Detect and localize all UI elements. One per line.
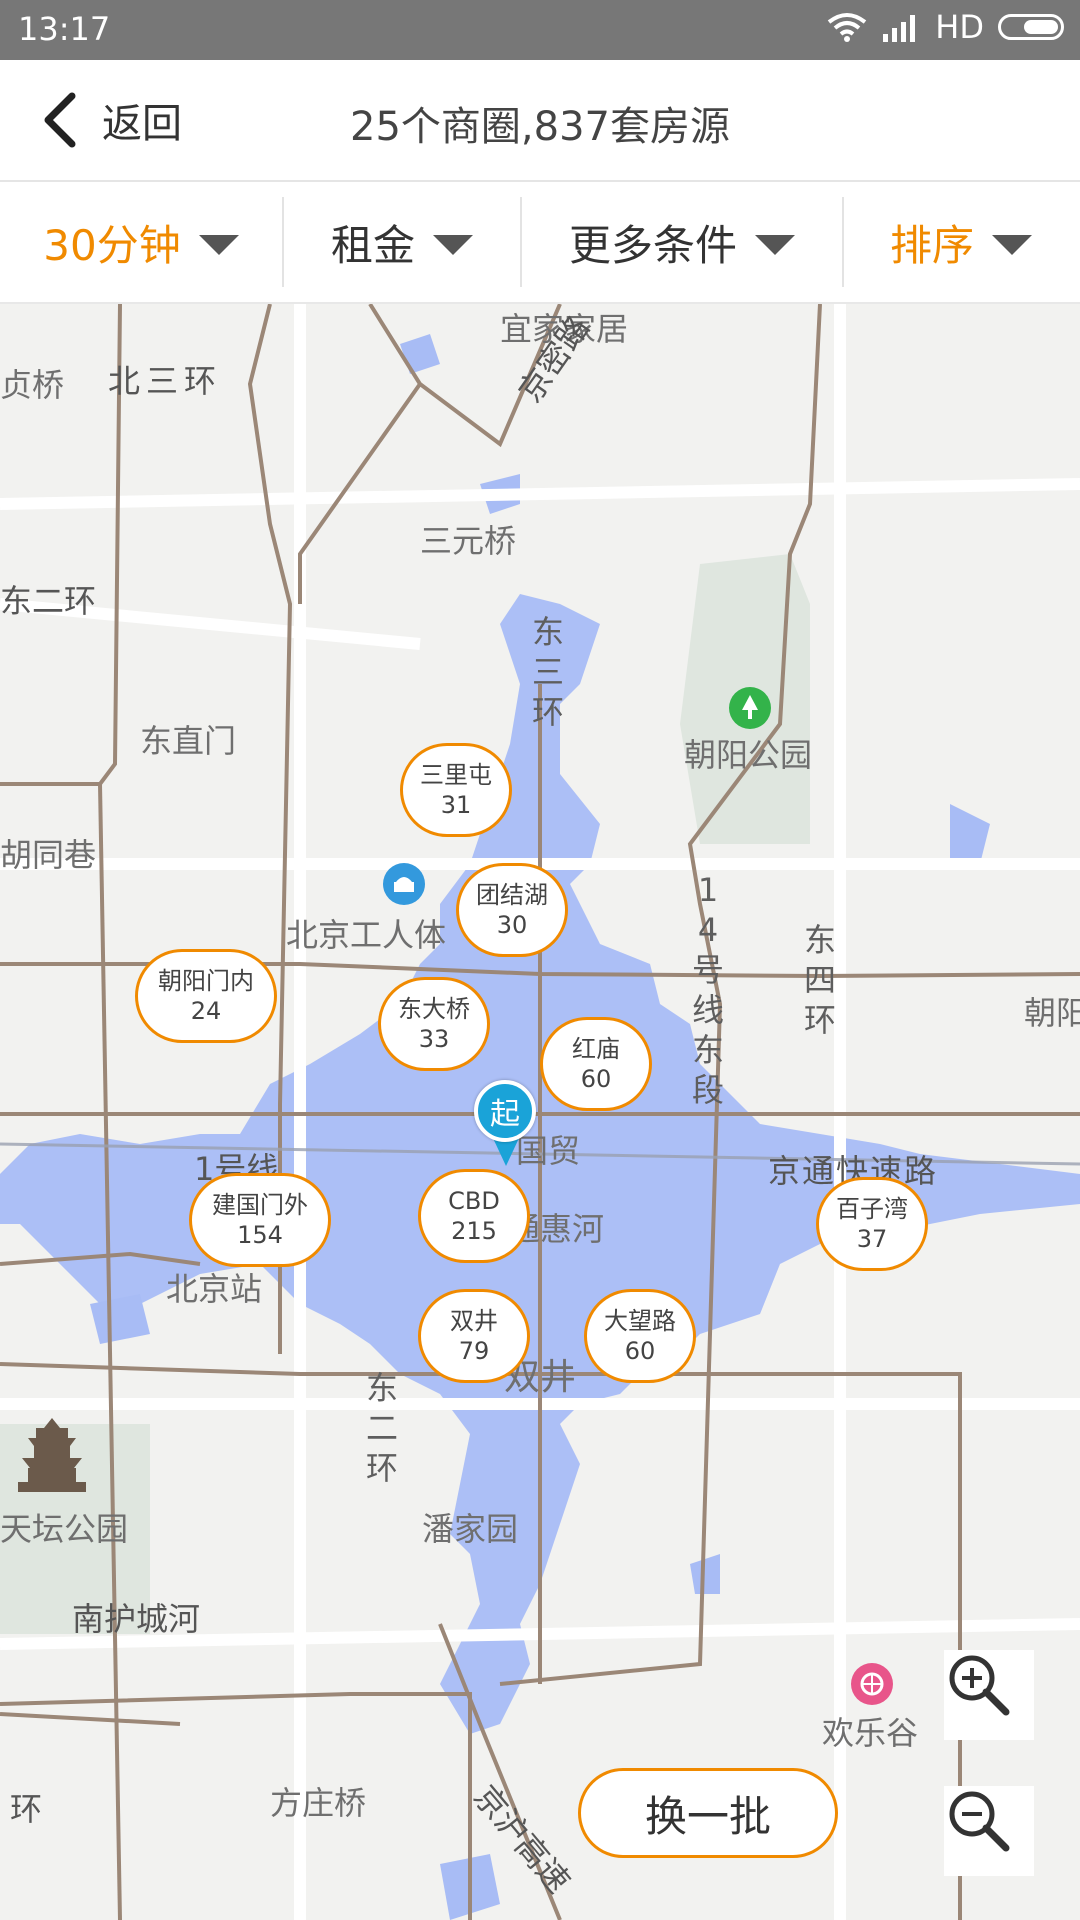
map-label: 方庄桥 [270, 1784, 367, 1822]
district-bubble[interactable]: 三里屯 31 [400, 743, 512, 837]
district-bubble[interactable]: 百子湾 37 [816, 1177, 928, 1271]
filter-sort[interactable]: 排序 [844, 182, 1078, 302]
swap-batch-button[interactable]: 换一批 [578, 1768, 838, 1858]
map-view[interactable]: 宜家家居 北三环 贞桥 京密路 三元桥 东三环 东二环 东直门 朝阳公园 胡同巷… [0, 304, 1080, 1920]
page-title: 25个商圈,837套房源 [350, 104, 730, 150]
district-count: 79 [458, 1337, 490, 1365]
district-bubble[interactable]: 建国门外 154 [189, 1173, 331, 1267]
stadium-icon [383, 863, 425, 905]
zoom-in-button[interactable] [944, 1650, 1034, 1740]
district-count: 24 [190, 997, 222, 1025]
district-bubble[interactable]: 团结湖 30 [456, 863, 568, 957]
map-label: 南护城河 [72, 1600, 201, 1638]
district-count: 37 [856, 1225, 888, 1253]
dropdown-triangle-icon [198, 235, 239, 255]
status-icons: HD [827, 8, 1064, 46]
signal-icon [883, 15, 916, 42]
filter-bar: 30分钟 租金 更多条件 排序 [0, 182, 1080, 304]
map-label: 东四环 [803, 921, 836, 1039]
district-bubble[interactable]: 红庙 60 [540, 1017, 652, 1111]
zoom-out-button[interactable] [944, 1786, 1034, 1876]
map-label: 东二环 [365, 1369, 398, 1487]
wifi-icon [828, 13, 867, 42]
map-label: 潘家园 [422, 1510, 519, 1548]
amusement-park-icon [851, 1663, 893, 1705]
map-base [0, 304, 1080, 1920]
map-label: 东三环 [531, 613, 564, 731]
district-count: 215 [451, 1217, 497, 1245]
district-count: 31 [440, 791, 472, 819]
map-label: 环 [10, 1790, 43, 1828]
district-name: 东大桥 [398, 995, 470, 1023]
status-bar: 13:17 HD [0, 0, 1080, 60]
district-name: 红庙 [572, 1035, 620, 1063]
district-bubble[interactable]: 东大桥 33 [378, 977, 490, 1071]
map-label: 胡同巷 [0, 836, 97, 874]
map-label: 三元桥 [420, 522, 517, 560]
district-count: 60 [580, 1065, 612, 1093]
district-count: 154 [237, 1221, 283, 1249]
dropdown-triangle-icon [433, 235, 473, 255]
filter-rent[interactable]: 租金 [284, 182, 520, 302]
filter-commute-time[interactable]: 30分钟 [0, 182, 282, 302]
filter-label: 30分钟 [43, 220, 181, 270]
district-bubble[interactable]: 大望路 60 [584, 1289, 696, 1383]
header: 返回 25个商圈,837套房源 [0, 60, 1080, 182]
network-type: HD [935, 8, 984, 46]
district-count: 33 [418, 1025, 450, 1053]
zoom-in-icon [949, 1655, 1010, 1716]
district-name: 百子湾 [836, 1195, 908, 1223]
district-name: 建国门外 [212, 1191, 308, 1219]
district-name: 团结湖 [476, 881, 548, 909]
start-marker[interactable]: 起 [474, 1080, 536, 1142]
district-bubble[interactable]: 双井 79 [418, 1289, 530, 1383]
zoom-out-icon [949, 1791, 1010, 1852]
temple-icon [18, 1418, 86, 1492]
map-label: 14号线东段 [691, 871, 724, 1109]
map-label: 朝阳 [1024, 994, 1080, 1032]
map-label: 东直门 [140, 722, 237, 760]
map-label: 朝阳公园 [684, 736, 813, 774]
map-label: 北京站 [166, 1270, 263, 1308]
map-label: 北三环 [108, 362, 223, 400]
district-name: 朝阳门内 [158, 967, 254, 995]
status-time: 13:17 [18, 10, 111, 48]
district-bubble[interactable]: 朝阳门内 24 [135, 949, 277, 1043]
district-name: CBD [448, 1187, 500, 1215]
filter-more[interactable]: 更多条件 [522, 182, 842, 302]
map-label: 贞桥 [0, 366, 65, 404]
map-label: 欢乐谷 [822, 1714, 919, 1752]
map-label: 北京工人体 [286, 916, 447, 954]
district-bubble[interactable]: CBD 215 [418, 1169, 530, 1263]
battery-icon [998, 14, 1064, 40]
district-name: 双井 [450, 1307, 498, 1335]
filter-label: 排序 [889, 220, 974, 270]
filter-label: 租金 [330, 220, 415, 270]
map-label: 天坛公园 [0, 1510, 129, 1548]
dropdown-triangle-icon [755, 235, 795, 255]
dropdown-triangle-icon [992, 235, 1032, 255]
district-name: 大望路 [604, 1307, 676, 1335]
map-label: 东二环 [0, 582, 97, 620]
park-icon [729, 687, 771, 729]
district-name: 三里屯 [420, 761, 492, 789]
district-count: 30 [496, 911, 528, 939]
district-count: 60 [624, 1337, 656, 1365]
filter-label: 更多条件 [568, 220, 737, 270]
